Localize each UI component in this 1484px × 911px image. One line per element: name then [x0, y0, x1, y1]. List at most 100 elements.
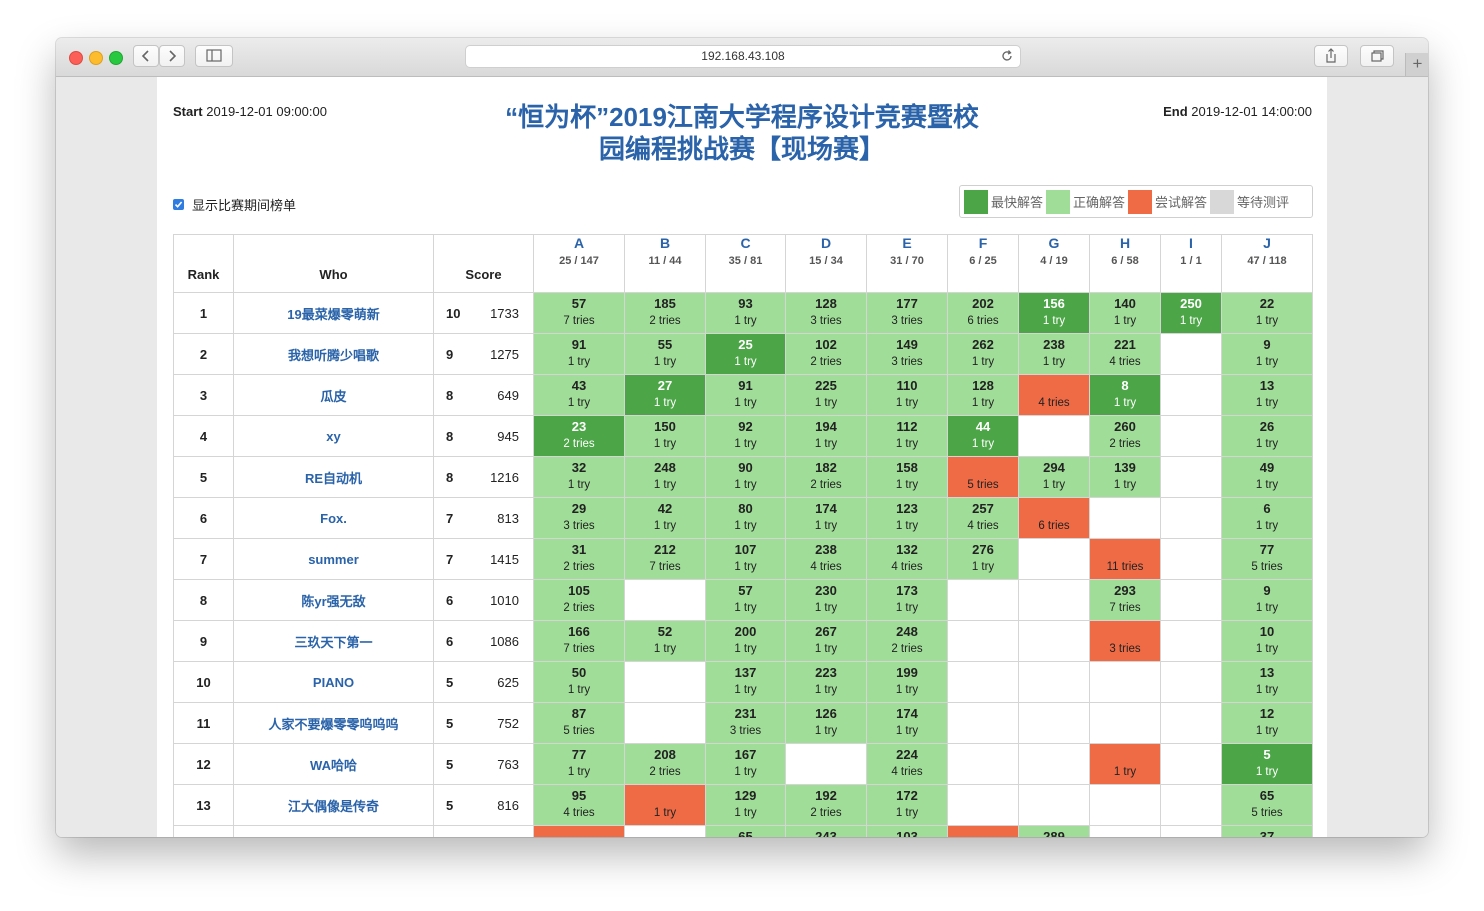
attempt-count: 4 tries	[1038, 397, 1070, 409]
problem-header-h[interactable]: H 6 / 58	[1089, 234, 1161, 293]
show-board-option[interactable]: 显示比赛期间榜单	[173, 195, 296, 214]
solve-time: 52	[657, 624, 673, 639]
problem-cell: 55 1 try	[624, 333, 706, 375]
problem-header-b[interactable]: B 11 / 44	[624, 234, 706, 293]
problem-cell: 44 1 try	[947, 415, 1019, 457]
attempt-count: 1 try	[1113, 397, 1137, 409]
problem-cell: 25 1 try	[705, 333, 786, 375]
solve-time: 57	[738, 583, 753, 598]
solve-time: 177	[896, 296, 918, 311]
problem-header-e[interactable]: E 31 / 70	[866, 234, 948, 293]
problem-cell	[1018, 415, 1090, 457]
problem-letter[interactable]: H	[1090, 235, 1160, 251]
team-name[interactable]: xy	[233, 415, 434, 457]
attempt-count: 1 try	[653, 643, 677, 655]
problem-cell: 5 1 try	[1221, 743, 1313, 785]
problem-letter[interactable]: F	[948, 235, 1018, 251]
rank-cell: 6	[173, 497, 234, 539]
attempt-count: 1 try	[1255, 479, 1279, 491]
problem-cell	[1089, 702, 1161, 744]
close-window-button[interactable]	[69, 51, 83, 65]
scoreboard-page: Start 2019-12-01 09:00:00 “恒为杯”2019江南大学程…	[157, 77, 1327, 837]
team-name[interactable]	[233, 825, 434, 837]
attempt-count: 1 try	[653, 520, 677, 532]
show-board-checkbox[interactable]	[173, 199, 184, 210]
team-name[interactable]: 19最菜爆零萌新	[233, 292, 434, 334]
team-name[interactable]: 瓜皮	[233, 374, 434, 416]
solve-time: 25	[738, 337, 753, 352]
team-name[interactable]: 人家不要爆零零呜呜呜	[233, 702, 434, 744]
forward-button[interactable]	[159, 45, 185, 67]
solved-count: 5	[446, 715, 454, 731]
back-button[interactable]	[133, 45, 159, 67]
problem-cell	[1160, 456, 1222, 498]
problem-header-g[interactable]: G 4 / 19	[1018, 234, 1090, 293]
problem-cell: 6 tries	[1018, 497, 1090, 539]
solved-count: 6	[446, 592, 454, 608]
team-name[interactable]: 三玖天下第一	[233, 620, 434, 662]
sidebar-toggle-button[interactable]	[195, 45, 233, 67]
problem-letter[interactable]: G	[1019, 235, 1089, 251]
share-button[interactable]	[1314, 45, 1348, 67]
solve-time: 126	[815, 706, 837, 721]
attempt-count: 11 tries	[1106, 561, 1144, 573]
attempt-count: 4 tries	[967, 520, 999, 532]
minimize-window-button[interactable]	[89, 51, 103, 65]
problem-cell: 10 1 try	[1221, 620, 1313, 662]
problem-cell	[533, 825, 625, 837]
new-tab-button[interactable]: +	[1405, 53, 1428, 76]
problem-cell: 123 1 try	[866, 497, 948, 539]
solve-time: 225	[815, 378, 837, 393]
problem-letter[interactable]: B	[625, 235, 705, 251]
team-name[interactable]: WA哈哈	[233, 743, 434, 785]
rank-cell: 8	[173, 579, 234, 621]
team-name[interactable]: PIANO	[233, 661, 434, 703]
table-row: 4 xy 8 945 23 2 tries 150 1 try 92 1 try 194 1 try 1…	[173, 415, 1313, 457]
problem-cell: 112 1 try	[866, 415, 948, 457]
team-name[interactable]: RE自动机	[233, 456, 434, 498]
attempt-count: 1 try	[653, 397, 677, 409]
legend-swatch	[1128, 189, 1153, 214]
tabs-overview-button[interactable]	[1360, 45, 1394, 67]
legend-item: 正确解答	[1046, 189, 1125, 214]
address-bar[interactable]: 192.168.43.108	[465, 45, 1021, 68]
problem-header-i[interactable]: I 1 / 1	[1160, 234, 1222, 293]
problem-header-d[interactable]: D 15 / 34	[785, 234, 867, 293]
solve-time: 91	[738, 378, 753, 393]
attempt-count: 6 tries	[967, 315, 999, 327]
attempt-count: 1 try	[895, 479, 919, 491]
problem-header-j[interactable]: J 47 / 118	[1221, 234, 1313, 293]
team-name[interactable]: Fox.	[233, 497, 434, 539]
problem-cell: 103	[866, 825, 948, 837]
attempt-count: 1 try	[1255, 684, 1279, 696]
problem-header-f[interactable]: F 6 / 25	[947, 234, 1019, 293]
attempt-count: 7 tries	[563, 643, 595, 655]
problem-letter[interactable]: E	[867, 235, 947, 251]
problem-header-c[interactable]: C 35 / 81	[705, 234, 786, 293]
problem-letter[interactable]: J	[1222, 235, 1312, 251]
team-name[interactable]: 江大偶像是传奇	[233, 784, 434, 826]
problem-letter[interactable]: A	[534, 235, 624, 251]
problem-letter[interactable]: I	[1161, 235, 1221, 251]
problem-letter[interactable]: C	[706, 235, 785, 251]
solve-time: 128	[972, 378, 994, 393]
penalty-time: 1733	[490, 305, 519, 321]
solve-time: 129	[734, 788, 757, 803]
problem-cell: 93 1 try	[705, 292, 786, 334]
solve-time: 77	[1259, 542, 1275, 557]
problem-stats: 35 / 81	[728, 255, 763, 267]
team-name[interactable]: summer	[233, 538, 434, 580]
problem-letter[interactable]: D	[786, 235, 866, 251]
problem-header-a[interactable]: A 25 / 147	[533, 234, 625, 293]
solve-time: 13	[1259, 665, 1275, 680]
problem-cell: 27 1 try	[624, 374, 706, 416]
solved-count: 7	[446, 551, 454, 567]
solve-time: 95	[571, 788, 587, 803]
team-name[interactable]: 陈yr强无敌	[233, 579, 434, 621]
team-name[interactable]: 我想听腾少唱歌	[233, 333, 434, 375]
reload-icon[interactable]	[1000, 49, 1014, 70]
zoom-window-button[interactable]	[109, 51, 123, 65]
table-row: 65 243 103 289 37	[173, 825, 1313, 837]
problem-cell: 173 1 try	[866, 579, 948, 621]
problem-cell: 225 1 try	[785, 374, 867, 416]
